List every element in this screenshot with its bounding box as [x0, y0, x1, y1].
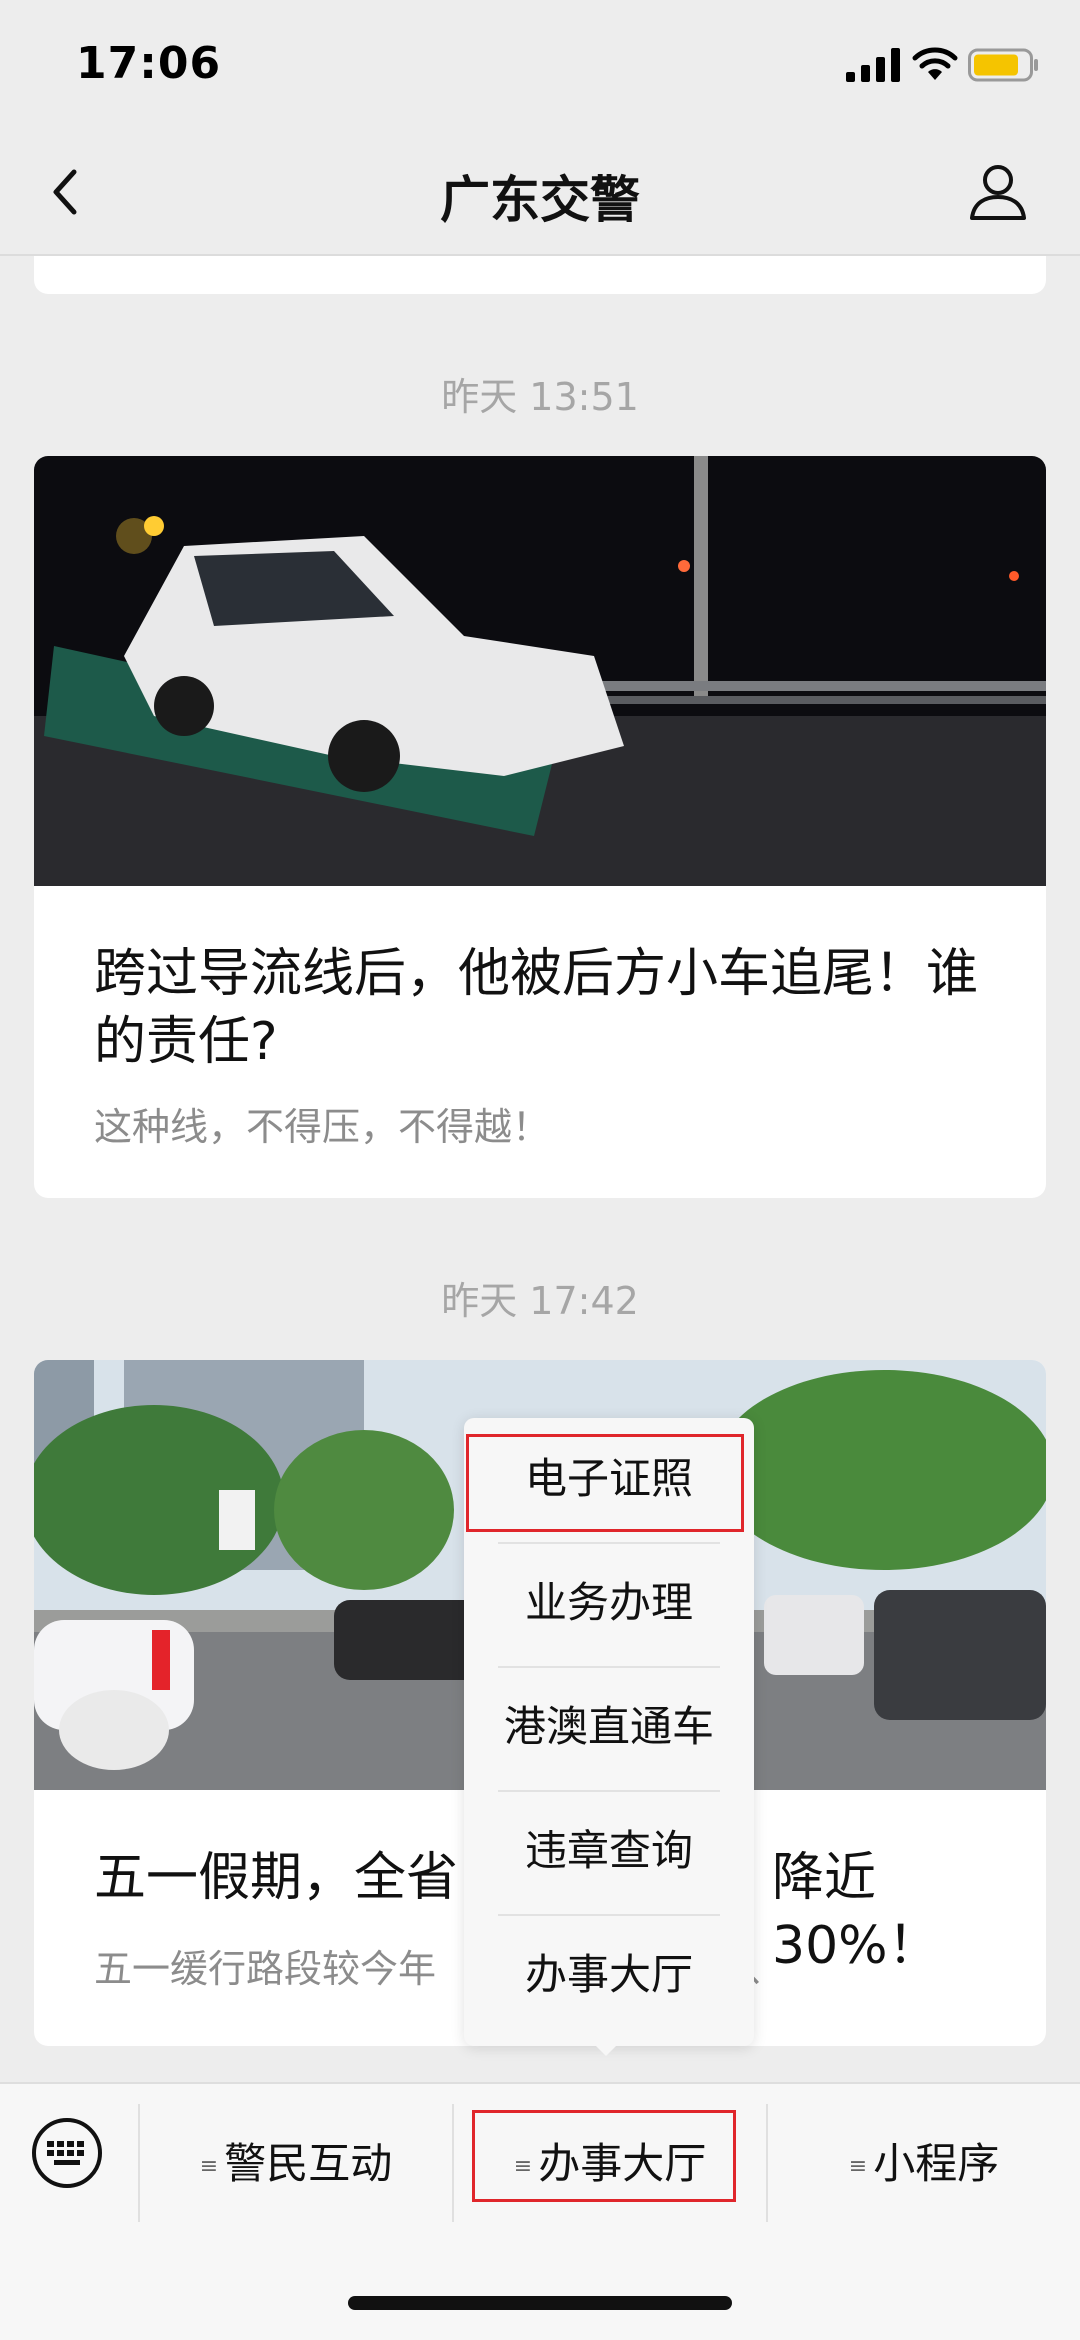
submenu-item-violation-query[interactable]: 违章查询 — [464, 1790, 754, 1912]
status-bar: 17:06 — [0, 0, 1080, 130]
wifi-icon — [912, 47, 958, 80]
article-title: 跨过导流线后，他被后方小车追尾！谁的责任? — [94, 944, 979, 1072]
submenu-item-business[interactable]: 业务办理 — [464, 1542, 754, 1664]
home-indicator[interactable] — [348, 2296, 732, 2310]
menu-list-icon: ≡ — [199, 2153, 219, 2179]
menu-tab-label: 小程序 — [873, 2139, 1000, 2188]
submenu-item-service-hall[interactable]: 办事大厅 — [464, 1914, 754, 2036]
menu-tab-mini-program[interactable]: ≡ 小程序 — [768, 2084, 1080, 2244]
previous-article-card[interactable] — [34, 256, 1046, 294]
feed-timestamp: 昨天 13:51 — [441, 375, 639, 419]
battery-icon — [968, 48, 1038, 82]
feed-timestamp: 昨天 17:42 — [441, 1279, 639, 1323]
menu-list-icon: ≡ — [848, 2153, 868, 2179]
article-card[interactable]: 跨过导流线后，他被后方小车追尾！谁的责任? 这种线，不得压，不得越！ — [34, 456, 1046, 1198]
article-image — [34, 456, 1046, 886]
article-title: 五一假期，全省 — [94, 1848, 459, 1908]
menu-tab-police-interaction[interactable]: ≡ 警民互动 — [140, 2084, 452, 2244]
nav-bar: 广东交警 — [0, 130, 1080, 256]
article-subtitle: 这种线，不得压，不得越！ — [94, 1105, 551, 1149]
page-title: 广东交警 — [440, 171, 640, 229]
submenu-item-hk-macao-vehicle[interactable]: 港澳直通车 — [464, 1666, 754, 1788]
highlight-box-submenu — [466, 1434, 744, 1532]
signal-icon — [846, 48, 900, 82]
article-subtitle: 五一缓行路段较今年 — [94, 1947, 437, 1991]
keyboard-icon[interactable] — [30, 2116, 104, 2190]
status-time: 17:06 — [76, 38, 222, 89]
person-icon[interactable] — [966, 160, 1030, 224]
submenu-pointer — [590, 2040, 622, 2056]
highlight-box-tab — [472, 2110, 736, 2202]
menu-tab-label: 警民互动 — [224, 2139, 393, 2188]
article-subtitle-tail: 、 — [746, 1947, 785, 1991]
article-title-tail: 降近 30%！ — [772, 1848, 940, 1976]
